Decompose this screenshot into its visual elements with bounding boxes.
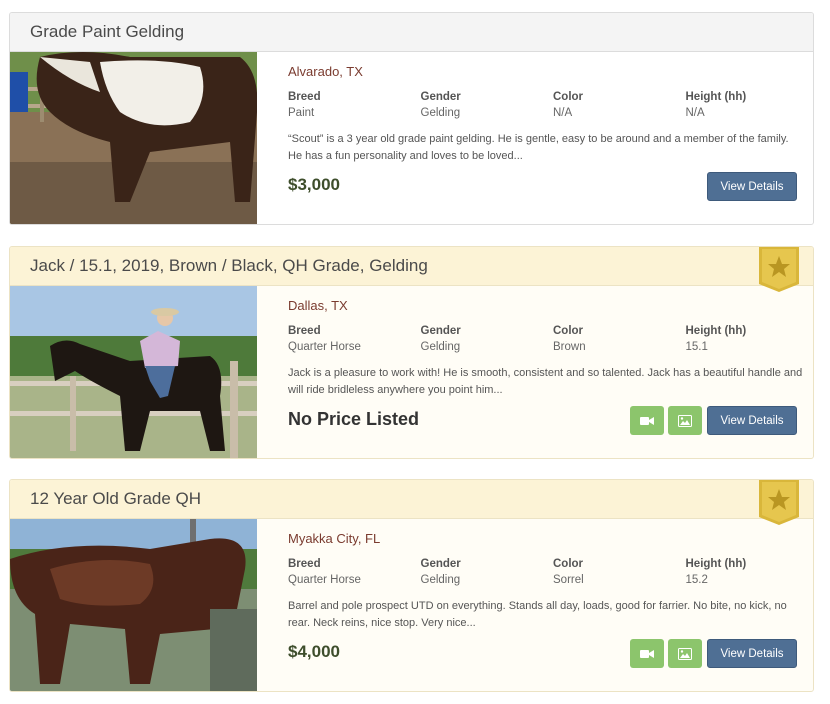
gender-label: Gender bbox=[420, 325, 461, 337]
height-value: 15.2 bbox=[685, 574, 708, 586]
gender-label: Gender bbox=[420, 558, 461, 570]
breed-value: Paint bbox=[288, 107, 315, 119]
gender-value: Gelding bbox=[420, 341, 461, 353]
view-details-button[interactable]: View Details bbox=[707, 406, 797, 435]
gender-label: Gender bbox=[420, 91, 461, 103]
color-label: Color bbox=[553, 91, 584, 103]
video-button[interactable] bbox=[630, 406, 664, 435]
color-value: Brown bbox=[553, 341, 586, 353]
breed-value: Quarter Horse bbox=[288, 341, 361, 353]
color-value: N/A bbox=[553, 107, 573, 119]
breed-value: Quarter Horse bbox=[288, 574, 361, 586]
listing-location: Dallas, TX bbox=[288, 298, 348, 313]
listing-location: Myakka City, FL bbox=[288, 531, 381, 546]
color-label: Color bbox=[553, 325, 584, 337]
breed-label: Breed bbox=[288, 558, 321, 570]
listing-title-text: 12 Year Old Grade QH bbox=[30, 489, 202, 508]
gender-value: Gelding bbox=[420, 107, 461, 119]
listing-title[interactable]: 12 Year Old Grade QH bbox=[10, 480, 813, 519]
listing-title-text: Jack / 15.1, 2019, Brown / Black, QH Gra… bbox=[30, 256, 428, 275]
listing-title[interactable]: Grade Paint Gelding bbox=[10, 13, 813, 52]
listing-attributes: Breed Paint Gender Gelding Color N/A Height… bbox=[288, 89, 813, 121]
listing-photo[interactable] bbox=[10, 519, 257, 691]
height-label: Height (hh) bbox=[685, 91, 747, 103]
height-label: Height (hh) bbox=[685, 325, 747, 337]
height-value: 15.1 bbox=[685, 341, 708, 353]
listing-description: “Scout” is a 3 year old grade paint geld… bbox=[288, 133, 789, 162]
listing-location: Alvarado, TX bbox=[288, 64, 363, 79]
breed-label: Breed bbox=[288, 325, 321, 337]
image-icon bbox=[678, 647, 692, 660]
listing-description: Barrel and pole prospect UTD on everythi… bbox=[288, 600, 787, 629]
listing-price: $3,000 bbox=[288, 175, 340, 194]
listing-title[interactable]: Jack / 15.1, 2019, Brown / Black, QH Gra… bbox=[10, 247, 813, 286]
listing-card: Grade Paint Gelding Alvarado, TX Breed Pa… bbox=[9, 12, 814, 225]
gender-value: Gelding bbox=[420, 574, 461, 586]
listing-description: Jack is a pleasure to work with! He is s… bbox=[288, 367, 803, 396]
listing-title-text: Grade Paint Gelding bbox=[30, 22, 185, 41]
listing-attributes: Breed Quarter Horse Gender Gelding Color So… bbox=[288, 556, 813, 588]
listing-photo[interactable] bbox=[10, 286, 257, 458]
listing-photo[interactable] bbox=[10, 52, 257, 224]
image-icon bbox=[678, 414, 692, 427]
listing-price: $4,000 bbox=[288, 642, 340, 661]
view-details-button[interactable]: View Details bbox=[707, 639, 797, 668]
view-details-button[interactable]: View Details bbox=[707, 172, 797, 201]
listing-attributes: Breed Quarter Horse Gender Gelding Color Br… bbox=[288, 323, 813, 355]
listing-card-featured: Jack / 15.1, 2019, Brown / Black, QH Gra… bbox=[9, 246, 814, 459]
height-value: N/A bbox=[685, 107, 705, 119]
video-camera-icon bbox=[640, 416, 654, 425]
photos-button[interactable] bbox=[668, 406, 702, 435]
listing-card-featured: 12 Year Old Grade QH Myakka City, FL Bre… bbox=[9, 479, 814, 692]
height-label: Height (hh) bbox=[685, 558, 747, 570]
listing-price: No Price Listed bbox=[288, 409, 420, 429]
color-value: Sorrel bbox=[553, 574, 584, 586]
color-label: Color bbox=[553, 558, 584, 570]
photos-button[interactable] bbox=[668, 639, 702, 668]
breed-label: Breed bbox=[288, 91, 321, 103]
video-button[interactable] bbox=[630, 639, 664, 668]
video-camera-icon bbox=[640, 649, 654, 658]
